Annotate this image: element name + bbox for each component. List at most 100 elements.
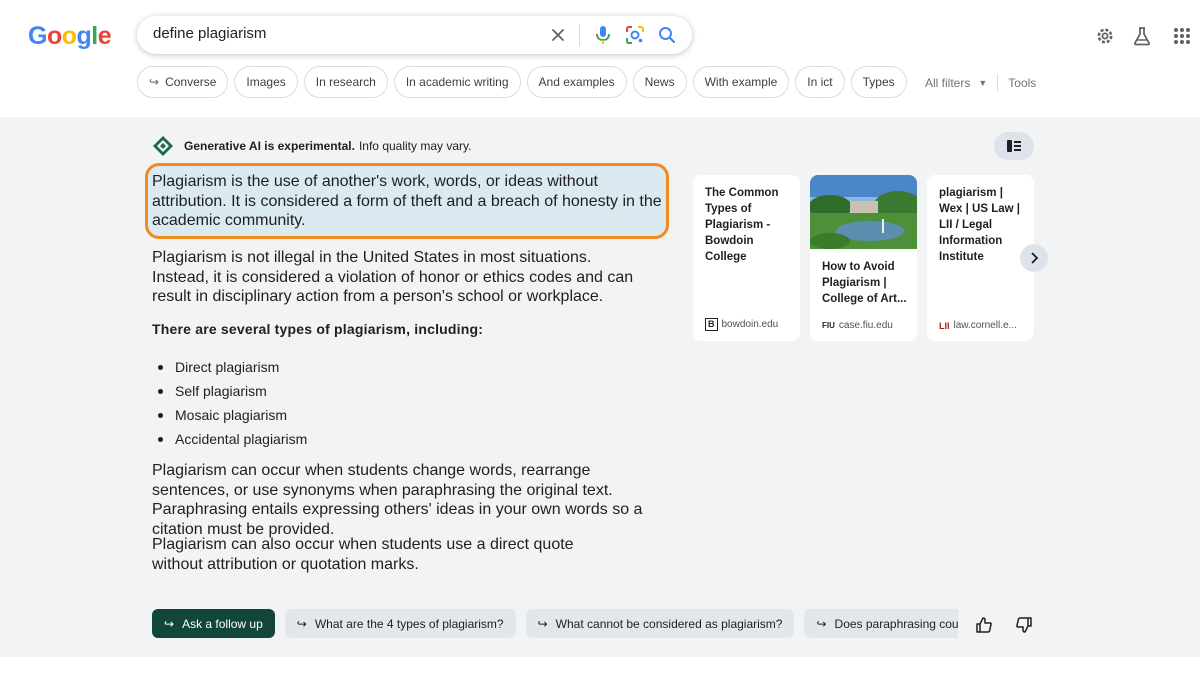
chip-label: In research — [315, 75, 376, 89]
ai-notice: Generative AI is experimental. Info qual… — [152, 135, 471, 157]
chip-in-research[interactable]: In research — [303, 66, 388, 98]
logo-letter: G — [28, 22, 47, 50]
chevron-down-icon[interactable]: ▼ — [978, 78, 987, 88]
follow-arrow-icon: ↪ — [296, 616, 307, 631]
chip-types[interactable]: Types — [850, 66, 907, 98]
filter-tools: All filters ▼ Tools — [925, 74, 1036, 92]
carousel-next-button[interactable] — [1020, 244, 1048, 272]
list-item-label: Direct plagiarism — [175, 359, 280, 375]
bullet — [158, 388, 163, 394]
answer-paragraph: Plagiarism can occur when students chang… — [152, 462, 643, 538]
card-source: LII law.cornell.e... — [939, 320, 1017, 331]
chip-with-example[interactable]: With example — [692, 66, 790, 98]
chip-in-ict[interactable]: In ict — [795, 66, 845, 98]
ai-overview: Generative AI is experimental. Info qual… — [0, 117, 1200, 657]
follow-arrow-icon: ↪ — [164, 616, 175, 631]
chip-label: Types — [862, 75, 895, 89]
bullet — [158, 364, 163, 370]
source-card[interactable]: How to Avoid Plagiarism | College of Art… — [810, 175, 917, 341]
google-logo[interactable]: Google — [28, 22, 112, 51]
chip-label: Converse — [165, 75, 217, 89]
source-card[interactable]: plagiarism | Wex | US Law | LII / Legal … — [927, 175, 1034, 341]
divider — [579, 24, 580, 46]
answer-paragraph: Plagiarism can also occur when students … — [152, 536, 574, 573]
source-card[interactable]: The Common Types of Plagiarism - Bowdoin… — [693, 175, 800, 341]
answer-paragraph: Plagiarism is not illegal in the United … — [152, 249, 634, 305]
tools-button[interactable]: Tools — [1008, 76, 1036, 90]
sge-diamond-icon — [153, 136, 173, 156]
card-title: The Common Types of Plagiarism - Bowdoin… — [705, 187, 779, 263]
bullet — [158, 412, 163, 418]
header: Google define plagiarism ↪ Converse Imag… — [0, 0, 1200, 117]
card-source: B bowdoin.edu — [705, 318, 778, 331]
layout-toggle-button[interactable] — [994, 132, 1034, 160]
close-icon[interactable] — [545, 22, 571, 48]
search-actions — [539, 22, 680, 48]
chip-label: And examples — [538, 75, 615, 89]
ai-notice-text: Info quality may vary. — [358, 139, 472, 153]
answer-summary: Plagiarism is the use of another's work,… — [152, 173, 662, 229]
chip-news[interactable]: News — [632, 66, 687, 98]
campus-thumbnail-image — [810, 175, 917, 249]
followup-suggestion[interactable]: ↪ What cannot be considered as plagiarism… — [525, 609, 795, 638]
types-heading: There are several types of plagiarism, i… — [152, 321, 484, 337]
logo-letter: o — [61, 22, 77, 50]
list-item: Self plagiarism — [158, 379, 307, 403]
layout-icon — [1007, 140, 1021, 152]
list-item-label: Self plagiarism — [175, 383, 267, 399]
chip-label: In ict — [807, 75, 833, 89]
thumbs-down-icon[interactable] — [1015, 616, 1033, 634]
chip-converse[interactable]: ↪ Converse — [137, 66, 229, 98]
card-source: FIU case.fiu.edu — [822, 320, 893, 331]
types-list: Direct plagiarism Self plagiarism Mosaic… — [158, 355, 307, 451]
thumbs-up-icon[interactable] — [975, 616, 993, 634]
search-box[interactable]: define plagiarism — [137, 16, 692, 54]
labs-icon[interactable] — [1130, 24, 1154, 48]
bowdoin-favicon: B — [705, 318, 718, 331]
followup-label: What are the 4 types of plagiarism? — [314, 616, 504, 631]
chevron-right-icon — [1031, 252, 1039, 264]
lens-icon[interactable] — [622, 22, 648, 48]
chip-label: Images — [246, 75, 286, 89]
card-title: How to Avoid Plagiarism | College of Art… — [822, 261, 907, 305]
chip-label: News — [644, 75, 675, 89]
card-title: plagiarism | Wex | US Law | LII / Legal … — [939, 187, 1020, 263]
refinement-chips: ↪ Converse Images In research In academic… — [137, 66, 907, 98]
list-item-label: Mosaic plagiarism — [175, 407, 288, 423]
ask-follow-up-button[interactable]: ↪ Ask a follow up — [152, 609, 275, 638]
followup-label: Does paraphrasing count as pl — [834, 616, 958, 631]
chip-images[interactable]: Images — [234, 66, 298, 98]
logo-letter: o — [46, 22, 62, 50]
followup-suggestion[interactable]: ↪ What are the 4 types of plagiarism? — [284, 609, 516, 638]
list-item: Mosaic plagiarism — [158, 403, 307, 427]
mic-icon[interactable] — [590, 22, 616, 48]
bullet — [158, 436, 163, 442]
apps-icon[interactable] — [1170, 24, 1194, 48]
search-icon[interactable] — [654, 22, 680, 48]
settings-icon[interactable] — [1093, 24, 1117, 48]
follow-arrow-icon: ↪ — [816, 616, 827, 631]
chip-in-academic-writing[interactable]: In academic writing — [393, 66, 521, 98]
fiu-favicon: FIU — [822, 321, 835, 330]
divider — [997, 74, 999, 92]
list-item: Accidental plagiarism — [158, 427, 307, 451]
all-filters-button[interactable]: All filters — [925, 76, 970, 90]
ai-notice-bold: Generative AI is experimental. — [184, 139, 355, 153]
follow-arrow-icon: ↪ — [537, 616, 548, 631]
chip-label: With example — [704, 75, 778, 89]
chip-and-examples[interactable]: And examples — [526, 66, 627, 98]
list-item-label: Accidental plagiarism — [175, 431, 308, 447]
followup-label: What cannot be considered as plagiarism? — [555, 616, 783, 631]
logo-letter: e — [97, 22, 112, 50]
followup-row: ↪ Ask a follow up ↪ What are the 4 types o… — [152, 609, 958, 638]
lii-favicon: LII — [939, 320, 950, 331]
chip-label: In academic writing — [405, 75, 509, 89]
list-item: Direct plagiarism — [158, 355, 307, 379]
card-source-domain: bowdoin.edu — [721, 319, 779, 330]
card-source-domain: law.cornell.e... — [953, 320, 1017, 331]
search-input[interactable]: define plagiarism — [153, 25, 266, 42]
card-source-domain: case.fiu.edu — [838, 320, 893, 331]
logo-letter: g — [76, 22, 92, 50]
followup-label: Ask a follow up — [182, 616, 263, 631]
followup-suggestion[interactable]: ↪ Does paraphrasing count as pl — [804, 609, 958, 638]
